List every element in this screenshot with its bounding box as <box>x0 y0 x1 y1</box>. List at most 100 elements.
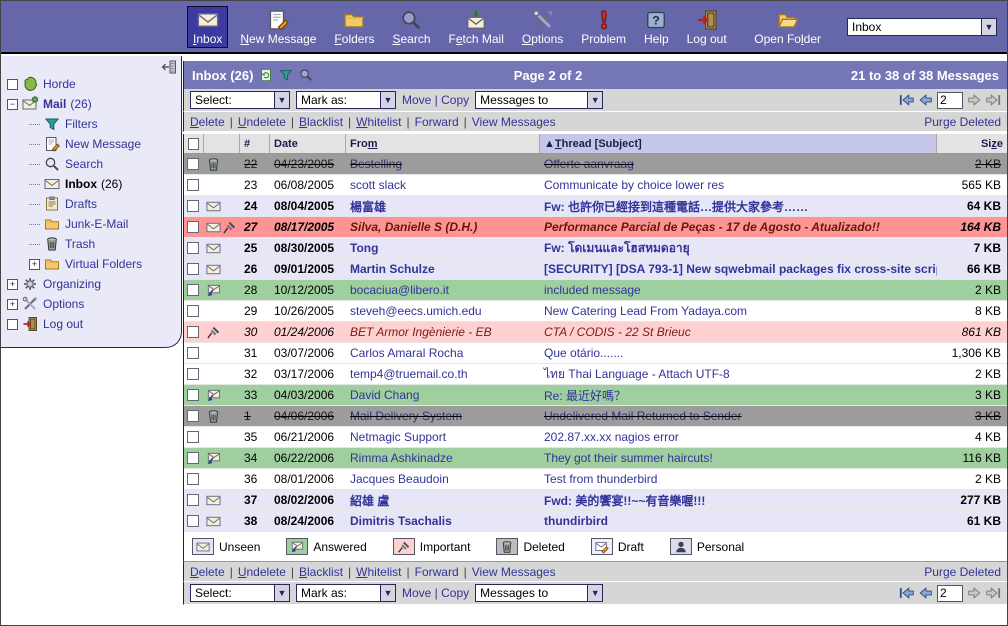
sidebar-item-new-message[interactable]: New Message <box>1 134 181 154</box>
message-subject[interactable]: CTA / CODIS - 22 St Brieuc <box>540 325 937 339</box>
column-header-number[interactable]: # <box>240 134 270 153</box>
nav-first-icon[interactable] <box>899 585 915 601</box>
row-checkbox[interactable] <box>187 158 199 170</box>
message-from[interactable]: David Chang <box>346 388 540 402</box>
row-checkbox[interactable] <box>187 494 199 506</box>
row-checkbox[interactable] <box>187 305 199 317</box>
toolbar-item-options[interactable]: Options <box>516 6 569 48</box>
row-checkbox[interactable] <box>187 347 199 359</box>
message-from[interactable]: scott slack <box>346 178 540 192</box>
view-messages-link[interactable]: View Messages <box>472 565 556 579</box>
message-from[interactable]: Netmagic Support <box>346 430 540 444</box>
message-subject[interactable]: Fw: 也許你已經接到這種電話…提供大家參考…… <box>540 198 937 215</box>
message-subject[interactable]: thundirbird <box>540 514 937 528</box>
sidebar-item-junk-e-mail[interactable]: Junk-E-Mail <box>1 214 181 234</box>
collapse-sidebar-icon[interactable] <box>161 59 177 75</box>
tree-expander-plus[interactable]: + <box>7 299 18 310</box>
toolbar-item-fetch-mail[interactable]: Fetch Mail <box>443 6 510 48</box>
message-from[interactable]: Silva, Danielle S (D.H.) <box>346 220 540 234</box>
message-from[interactable]: Carlos Amaral Rocha <box>346 346 540 360</box>
page-number-input[interactable] <box>937 585 963 602</box>
nav-prev-icon[interactable] <box>918 92 934 108</box>
message-from[interactable]: bocaciua@libero.it <box>346 283 540 297</box>
row-checkbox[interactable] <box>187 200 199 212</box>
toolbar-item-inbox[interactable]: Inbox <box>187 6 228 48</box>
blacklist-link[interactable]: Blacklist <box>299 565 343 579</box>
column-header-from[interactable]: From <box>346 134 540 153</box>
message-from[interactable]: Jacques Beaudoin <box>346 472 540 486</box>
purge-deleted-link[interactable]: Purge Deleted <box>924 115 1001 129</box>
undelete-link[interactable]: Undelete <box>238 565 286 579</box>
row-checkbox[interactable] <box>187 221 199 233</box>
message-from[interactable]: Bestelling <box>346 157 540 171</box>
select-all-checkbox[interactable] <box>188 138 199 150</box>
column-header-thread[interactable]: ▲ Thread [Subject] <box>540 134 937 153</box>
column-header-subject[interactable]: [Subject] <box>592 138 642 150</box>
message-from[interactable]: BET Armor Ingènierie - EB <box>346 325 540 339</box>
mark-as-dropdown[interactable]: Mark as:▼ <box>296 91 396 109</box>
select-action-dropdown[interactable]: Select:▼ <box>190 584 290 602</box>
row-checkbox[interactable] <box>187 410 199 422</box>
whitelist-link[interactable]: Whitelist <box>356 565 401 579</box>
message-from[interactable]: Martin Schulze <box>346 262 540 276</box>
message-from[interactable]: temp4@truemail.co.th <box>346 367 540 381</box>
message-subject[interactable]: They got their summer haircuts! <box>540 451 937 465</box>
sidebar-item-filters[interactable]: Filters <box>1 114 181 134</box>
column-header-date[interactable]: Date <box>270 134 346 153</box>
row-checkbox[interactable] <box>187 515 199 527</box>
message-subject[interactable]: Offerte aanvraag <box>540 157 937 171</box>
tree-expander-plus[interactable]: + <box>29 259 40 270</box>
message-from[interactable]: steveh@eecs.umich.edu <box>346 304 540 318</box>
purge-deleted-link[interactable]: Purge Deleted <box>924 565 1001 579</box>
message-subject[interactable]: Fwd: 美的饗宴!!~~有音樂喔!!! <box>540 492 937 509</box>
message-subject[interactable]: Re: 最近好嗎？ <box>540 387 937 404</box>
message-subject[interactable]: Undelivered Mail Returned to Sender <box>540 409 937 423</box>
whitelist-link[interactable]: Whitelist <box>356 115 401 129</box>
tree-expander-plus[interactable]: + <box>7 279 18 290</box>
message-subject[interactable]: Que otário....... <box>540 346 937 360</box>
message-subject[interactable]: included message <box>540 283 937 297</box>
row-checkbox[interactable] <box>187 242 199 254</box>
move-link[interactable]: Move <box>402 93 431 107</box>
message-subject[interactable]: Fw: โดเมนและโฮสหมดอายุ <box>540 239 937 258</box>
copy-link[interactable]: Copy <box>441 586 469 600</box>
refresh-icon[interactable] <box>259 68 273 82</box>
copy-link[interactable]: Copy <box>441 93 469 107</box>
message-subject[interactable]: Performance Parcial de Peças - 17 de Ago… <box>540 220 937 234</box>
toolbar-item-log-out[interactable]: Log out <box>681 6 733 48</box>
message-from[interactable]: Mail Delivery System <box>346 409 540 423</box>
move-link[interactable]: Move <box>402 586 431 600</box>
message-subject[interactable]: Communicate by choice lower res <box>540 178 937 192</box>
sidebar-item-virtual-folders[interactable]: +Virtual Folders <box>1 254 181 274</box>
sidebar-item-inbox[interactable]: Inbox(26) <box>1 174 181 194</box>
forward-link[interactable]: Forward <box>415 565 459 579</box>
messages-to-dropdown[interactable]: Messages to▼ <box>475 91 603 109</box>
delete-link[interactable]: Delete <box>190 565 225 579</box>
sidebar-item-horde[interactable]: Horde <box>1 74 181 94</box>
row-checkbox[interactable] <box>187 368 199 380</box>
toolbar-item-problem[interactable]: Problem <box>575 6 632 48</box>
undelete-link[interactable]: Undelete <box>238 115 286 129</box>
row-checkbox[interactable] <box>187 473 199 485</box>
nav-prev-icon[interactable] <box>918 585 934 601</box>
row-checkbox[interactable] <box>187 179 199 191</box>
column-header-size[interactable]: Size <box>937 134 1007 153</box>
row-checkbox[interactable] <box>187 389 199 401</box>
message-subject[interactable]: New Catering Lead From Yadaya.com <box>540 304 937 318</box>
sidebar-item-drafts[interactable]: Drafts <box>1 194 181 214</box>
mark-as-dropdown[interactable]: Mark as:▼ <box>296 584 396 602</box>
blacklist-link[interactable]: Blacklist <box>299 115 343 129</box>
search-icon[interactable] <box>299 68 313 82</box>
delete-link[interactable]: Delete <box>190 115 225 129</box>
sidebar-item-search[interactable]: Search <box>1 154 181 174</box>
select-action-dropdown[interactable]: Select:▼ <box>190 91 290 109</box>
toolbar-item-search[interactable]: Search <box>386 6 436 48</box>
message-from[interactable]: Rimma Ashkinadze <box>346 451 540 465</box>
page-number-input[interactable] <box>937 92 963 109</box>
sidebar-item-organizing[interactable]: +Organizing <box>1 274 181 294</box>
message-from[interactable]: 楊富雄 <box>346 198 540 215</box>
toolbar-item-new-message[interactable]: New Message <box>234 6 322 48</box>
message-from[interactable]: Dimitris Tsachalis <box>346 514 540 528</box>
tree-expander-minus[interactable]: − <box>7 99 18 110</box>
sidebar-item-log-out[interactable]: Log out <box>1 314 181 334</box>
